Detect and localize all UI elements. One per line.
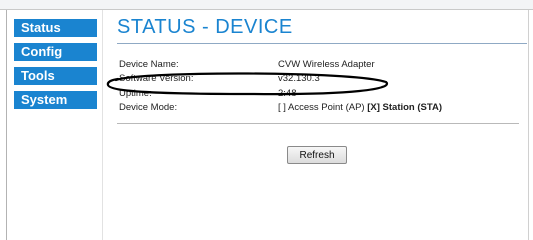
nav-tools-button[interactable]: Tools (14, 67, 97, 85)
title-rule (117, 43, 527, 44)
section-rule (117, 123, 519, 124)
nav-status-button[interactable]: Status (14, 19, 97, 37)
refresh-button[interactable]: Refresh (287, 146, 347, 164)
left-border (6, 10, 7, 240)
device-mode-value: [ ] Access Point (AP) [X] Station (STA) (278, 102, 442, 113)
top-divider (0, 9, 533, 10)
sidebar-divider (102, 10, 103, 240)
right-border (528, 10, 529, 240)
router-status-page: Status Config Tools System STATUS - DEVI… (0, 0, 533, 240)
nav-config-button[interactable]: Config (14, 43, 97, 61)
device-mode-option-ap: [ ] Access Point (AP) (278, 102, 365, 113)
device-mode-option-sta: [X] Station (STA) (367, 102, 442, 113)
device-name-value: CVW Wireless Adapter (278, 59, 375, 70)
device-name-label: Device Name: (119, 59, 179, 70)
nav-system-button[interactable]: System (14, 91, 97, 109)
device-mode-label: Device Mode: (119, 102, 178, 113)
page-title: STATUS - DEVICE (117, 16, 293, 38)
top-strip (0, 0, 533, 9)
highlight-oval (106, 72, 389, 96)
